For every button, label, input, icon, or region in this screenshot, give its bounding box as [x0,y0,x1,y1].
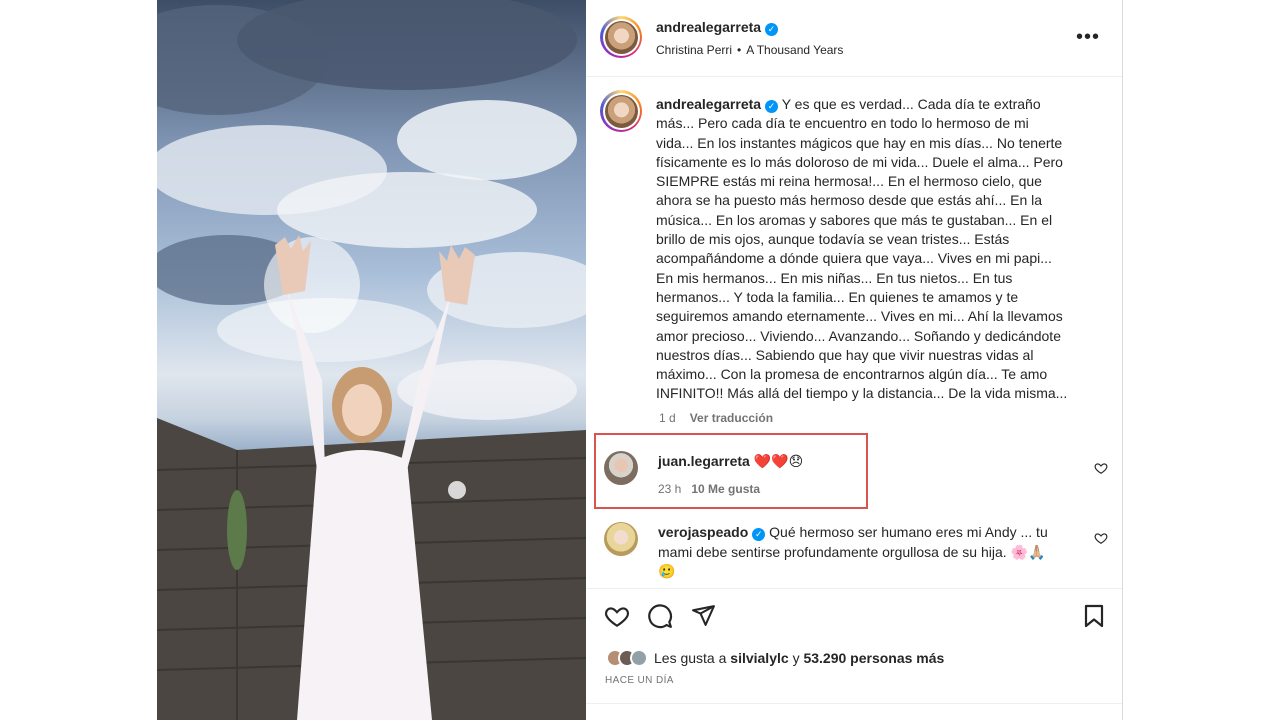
post-caption: andrealegarreta ✓ Y es que es verdad... C… [656,95,1096,404]
caption-meta: 1 d Ver traducción [659,411,773,425]
like-heart-icon[interactable] [604,603,630,629]
comment-highlight-box [594,433,868,509]
caption-line: brillo de mis ojos, aunque todavía se ve… [656,231,1010,248]
comment-text: 🥲 [658,563,676,579]
caption-username[interactable]: andrealegarreta [656,96,761,112]
likes-first-user[interactable]: silvialylc [730,650,788,666]
more-options-icon[interactable]: ••• [1076,26,1100,49]
caption-line: vida... En los instantes mágicos que hay… [656,134,1063,151]
caption-author-avatar[interactable] [600,90,642,132]
like-comment-heart-icon[interactable] [1094,531,1108,545]
verified-badge-icon: ✓ [765,23,779,36]
like-comment-heart-icon[interactable] [1094,461,1108,475]
caption-line: Y es que es verdad... Cada día te extrañ… [781,96,1041,112]
author-avatar[interactable] [600,16,642,58]
caption-line: máximo... Con la promesa de encontrarnos… [656,366,1048,383]
post-header: andrealegarreta ✓ Christina Perri • A Thous… [586,0,1122,77]
audio-track: A Thousand Years [746,43,844,57]
share-send-icon[interactable] [691,603,716,628]
post-photo[interactable] [157,0,586,720]
caption-line: físicamente es lo más doloroso de mi vid… [656,153,1063,170]
caption-line: amor precioso... Viviendo... Avanzando..… [656,327,1061,344]
comment-text: mami debe sentirse profundamente orgullo… [658,543,1046,560]
post-action-bar [586,588,1122,644]
post-detail-panel: andrealegarreta ✓ Christina Perri • A Thous… [586,0,1123,720]
comment-bubble-icon[interactable] [647,603,673,629]
save-bookmark-icon[interactable] [1082,603,1106,629]
caption-line: hermanos... Y toda la familia... En quie… [656,288,1019,305]
commenter-verified-badge-icon: ✓ [752,528,766,541]
likes-count[interactable]: 53.290 personas más [803,650,944,666]
caption-line: música... En los aromas y sabores que má… [656,211,1053,228]
caption-line: En mis hermanos... En mis niñas... En tu… [656,269,1013,286]
caption-line: INFINITO!! Más allá del tiempo y la dist… [656,385,1068,402]
commenter-username[interactable]: verojaspeado [658,524,748,540]
photo-scene [157,0,586,720]
divider [586,703,1122,704]
separator-dot: • [737,43,742,57]
audio-attribution[interactable]: Christina Perri • A Thousand Years [656,43,843,57]
author-username[interactable]: andrealegarreta [656,19,761,35]
likes-connector: y [792,650,800,666]
liker-avatar [630,649,648,667]
comment-item: verojaspeado ✓ Qué hermoso ser humano ere… [586,518,1122,582]
audio-artist: Christina Perri [656,43,733,57]
caption-verified-badge-icon: ✓ [765,100,779,113]
likes-summary[interactable]: Les gusta a silvialylc y 53.290 personas… [606,649,944,667]
caption-line: más... Pero cada día te encuentro en tod… [656,115,1029,132]
caption-line: acompañándome a dónde quiera que vaya...… [656,250,1052,267]
liker-avatars [606,649,648,667]
caption-line: seguiremos amando eternamente... Vives e… [656,308,1063,325]
caption-age[interactable]: 1 d [659,411,676,425]
see-translation-link[interactable]: Ver traducción [690,411,773,425]
post-date[interactable]: HACE UN DÍA [605,675,674,686]
commenter-avatar[interactable] [604,522,638,556]
comment-text: Qué hermoso ser humano eres mi Andy ... … [769,524,1048,540]
likes-prefix: Les gusta a [654,650,727,666]
caption-line: ahora se ha puesto más hermoso desde que… [656,192,1043,209]
caption-line: nuestros días... Sabiendo que hay que vi… [656,346,1034,363]
caption-line: SIEMPRE estás mi reina hermosa!... En el… [656,173,1042,190]
